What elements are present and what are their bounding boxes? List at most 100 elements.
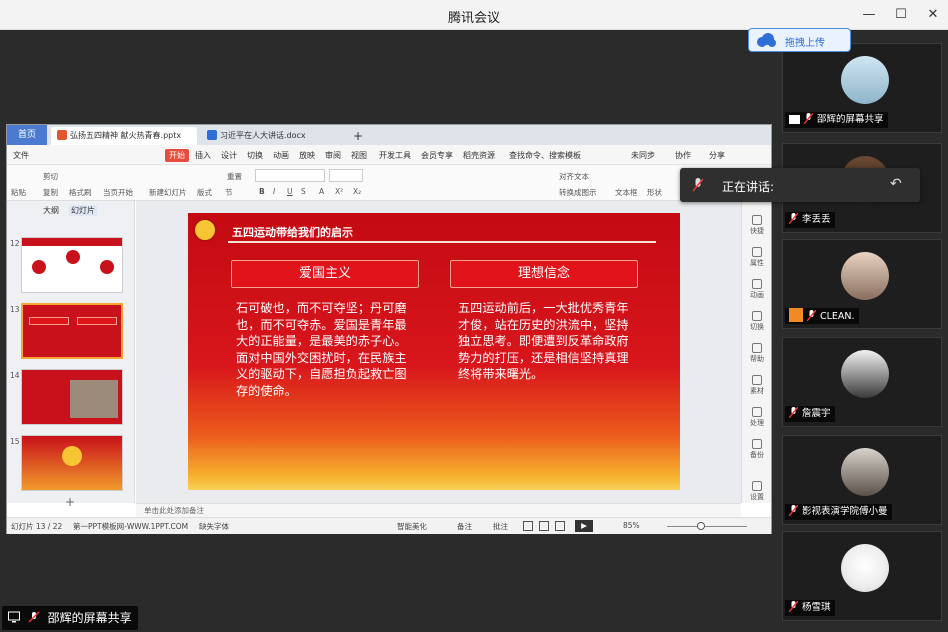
participant-tile[interactable]: 杨雪琪: [782, 531, 942, 621]
zoom-level[interactable]: 85%: [623, 521, 640, 530]
underline-button[interactable]: U: [287, 187, 293, 196]
menu-transition[interactable]: 切换: [247, 150, 263, 161]
participant-panel: 邵辉的屏幕共享 李丢丢 CLEAN. 詹震宇 影视表演学院傅小曼 杨雪琪: [777, 31, 948, 632]
menu-animation[interactable]: 动画: [273, 150, 289, 161]
font-name-select[interactable]: [255, 169, 325, 182]
minimize-icon[interactable]: —: [860, 6, 878, 24]
menu-resources[interactable]: 稻壳资源: [463, 150, 495, 161]
menu-member[interactable]: 会员专享: [421, 150, 453, 161]
participant-tile[interactable]: 邵辉的屏幕共享: [782, 43, 942, 133]
avatar: [841, 448, 889, 496]
participant-tile[interactable]: 影视表演学院傅小曼: [782, 435, 942, 525]
left-paragraph: 石可破也，而不可夺坚；丹可磨也，而不可夺赤。爱国是青年最大的正能量，是最美的赤子…: [236, 301, 407, 398]
section-button[interactable]: 节: [225, 187, 233, 198]
convert-diagram-button[interactable]: 转换成图示: [559, 187, 597, 198]
maximize-icon[interactable]: ☐: [892, 6, 910, 24]
material-icon: [752, 375, 762, 385]
mic-muted-icon: [28, 611, 40, 623]
right-heading-box: 理想信念: [450, 260, 638, 288]
tool-process[interactable]: 处理: [742, 407, 772, 428]
menu-start[interactable]: 开始: [165, 149, 189, 162]
normal-view-icon[interactable]: [523, 521, 533, 531]
back-arrow-icon[interactable]: ↶: [890, 176, 902, 192]
menu-slideshow[interactable]: 放映: [299, 150, 315, 161]
tab-outline[interactable]: 大纲: [43, 205, 59, 216]
menu-design[interactable]: 设计: [221, 150, 237, 161]
layout-button[interactable]: 版式: [197, 187, 212, 198]
tool-settings[interactable]: 设置: [742, 481, 772, 502]
mic-muted-icon: [807, 310, 816, 321]
tool-quick[interactable]: 快捷: [742, 215, 772, 236]
new-tab-icon[interactable]: +: [353, 127, 369, 145]
format-painter-button[interactable]: 格式刷: [69, 187, 92, 198]
slide-thumbnail-15[interactable]: [21, 435, 123, 491]
screen-share-name: 邵辉的屏幕共享: [47, 611, 132, 625]
menu-view[interactable]: 视图: [351, 150, 367, 161]
speaking-indicator: 正在讲话: ↶: [680, 168, 920, 202]
status-bar: 幻灯片 13 / 22 第一PPT模板网-WWW.1PPT.COM 缺失字体 智…: [7, 517, 771, 534]
ribbon-toolbar: 粘贴 剪切 复制 格式刷 当页开始 新建幻灯片 版式 节 重置 B I U S …: [7, 165, 771, 201]
italic-button[interactable]: I: [273, 187, 275, 196]
menu-file[interactable]: 文件: [13, 150, 29, 161]
menu-search[interactable]: 查找命令、搜索模板: [509, 150, 581, 161]
slide-editor: 五四运动带给我们的启示 爱国主义 理想信念 石可破也，而不可夺坚；丹可磨也，而不…: [136, 201, 741, 503]
text-shadow-button[interactable]: A: [319, 187, 324, 196]
tool-material[interactable]: 素材: [742, 375, 772, 396]
participant-tile[interactable]: CLEAN.: [782, 239, 942, 329]
mic-muted-icon: [804, 113, 813, 124]
menu-collab[interactable]: 协作: [675, 150, 691, 161]
menu-sync[interactable]: 未同步: [631, 150, 655, 161]
tool-help[interactable]: 帮助: [742, 343, 772, 364]
zoom-slider[interactable]: [667, 526, 747, 527]
participant-name-label: CLEAN.: [785, 308, 859, 324]
reset-button[interactable]: 重置: [227, 171, 242, 182]
shape-button[interactable]: 形状: [647, 187, 662, 198]
bold-button[interactable]: B: [259, 187, 265, 196]
paste-button[interactable]: 粘贴: [11, 187, 26, 198]
slide-thumbnail-13[interactable]: [21, 303, 123, 359]
notes-area[interactable]: 单击此处添加备注: [136, 503, 741, 517]
menu-devtools[interactable]: 开发工具: [379, 150, 411, 161]
notes-toggle-button[interactable]: 备注: [457, 521, 472, 532]
add-slide-icon[interactable]: +: [65, 495, 75, 509]
new-slide-button[interactable]: 新建幻灯片: [149, 187, 187, 198]
slide-thumbnail-12[interactable]: [21, 237, 123, 293]
strikethrough-button[interactable]: S: [301, 187, 306, 196]
superscript-button[interactable]: X²: [335, 187, 343, 196]
grid-view-icon[interactable]: [539, 521, 549, 531]
slide-title: 五四运动带给我们的启示: [232, 226, 353, 239]
tool-backup[interactable]: 备份: [742, 439, 772, 460]
pptx-icon: [57, 130, 67, 140]
font-size-select[interactable]: [329, 169, 363, 182]
tool-transition[interactable]: 切换: [742, 311, 772, 332]
menu-share[interactable]: 分享: [709, 150, 725, 161]
slide-thumbnail-14[interactable]: [21, 369, 123, 425]
missing-font-button[interactable]: 缺失字体: [199, 521, 229, 532]
close-icon[interactable]: ✕: [924, 6, 942, 24]
cut-button[interactable]: 剪切: [43, 171, 58, 182]
comment-button[interactable]: 批注: [493, 521, 508, 532]
reading-view-icon[interactable]: [555, 521, 565, 531]
smart-beautify-button[interactable]: 智能美化: [397, 521, 427, 532]
textbox-button[interactable]: 文本框: [615, 187, 638, 198]
tool-properties[interactable]: 属性: [742, 247, 772, 268]
drag-upload-button[interactable]: 拖拽上传: [748, 28, 851, 52]
settings-icon: [752, 481, 762, 491]
tool-animation[interactable]: 动画: [742, 279, 772, 300]
play-slideshow-icon[interactable]: ▶: [575, 520, 593, 532]
subscript-button[interactable]: X₂: [353, 187, 361, 196]
tab-pptx[interactable]: 弘扬五四精神 献火热青春.pptx: [51, 127, 197, 145]
copy-button[interactable]: 复制: [43, 187, 58, 198]
mic-muted-icon: [789, 213, 798, 224]
participant-name-label: 詹震宇: [785, 406, 835, 422]
tab-slides[interactable]: 幻灯片: [69, 205, 97, 216]
align-text-button[interactable]: 对齐文本: [559, 171, 589, 182]
play-from-current-button[interactable]: 当页开始: [103, 187, 133, 198]
home-tab[interactable]: 首页: [7, 125, 47, 145]
menu-review[interactable]: 审阅: [325, 150, 341, 161]
tab-docx[interactable]: 习近平在人大讲话.docx: [201, 127, 341, 145]
menu-insert[interactable]: 插入: [195, 150, 211, 161]
current-slide[interactable]: 五四运动带给我们的启示 爱国主义 理想信念 石可破也，而不可夺坚；丹可磨也，而不…: [188, 213, 680, 490]
participant-tile[interactable]: 詹震宇: [782, 337, 942, 427]
zoom-slider-handle[interactable]: [697, 522, 705, 530]
